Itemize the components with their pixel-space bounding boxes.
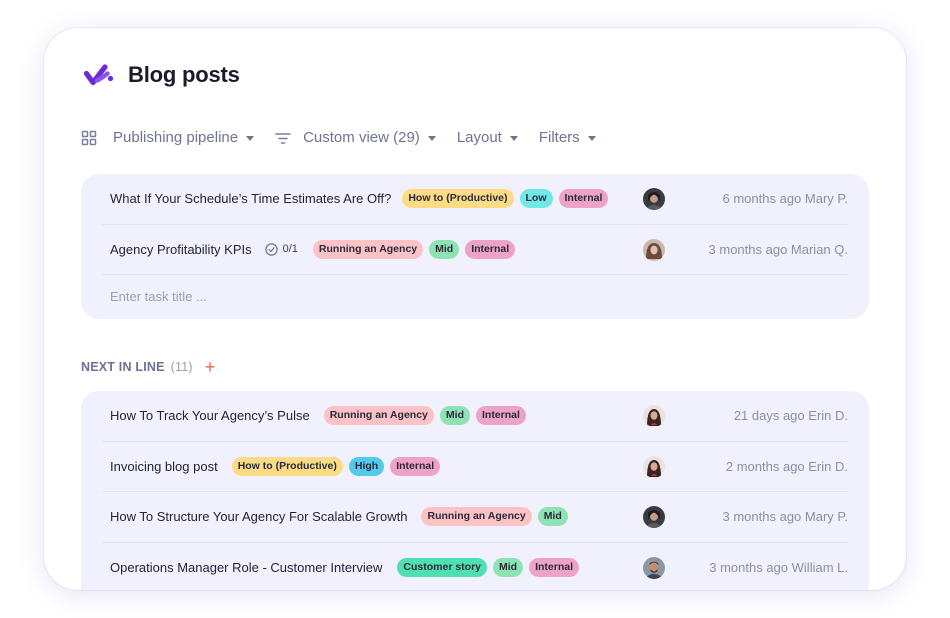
tag-internal[interactable]: Internal — [390, 456, 441, 476]
layout-dropdown[interactable]: Layout — [457, 129, 518, 146]
tag-internal[interactable]: Internal — [465, 239, 516, 259]
task-meta: 2 months ago Erin D. — [725, 458, 848, 474]
tag-mid[interactable]: Mid — [429, 239, 460, 259]
task-title[interactable]: Agency Profitability KPIs — [110, 242, 252, 257]
tag-internal[interactable]: Internal — [475, 406, 526, 426]
productive-logo-icon — [84, 60, 114, 90]
task-group-current: What If Your Schedule’s Time Estimates A… — [81, 174, 869, 319]
task-title[interactable]: How To Track Your Agency’s Pulse — [110, 408, 310, 423]
checklist-progress: 0/1 — [264, 243, 298, 256]
task-title[interactable]: What If Your Schedule’s Time Estimates A… — [110, 191, 391, 206]
chevron-down-icon — [246, 135, 255, 141]
avatar[interactable] — [643, 238, 665, 261]
chevron-down-icon — [587, 135, 596, 141]
chevron-down-icon — [427, 135, 436, 141]
custom-view-label: Custom view (29) — [303, 129, 420, 146]
task-title[interactable]: Invoicing blog post — [110, 459, 218, 474]
board-grid-icon[interactable] — [81, 130, 97, 146]
tag-mid[interactable]: Mid — [439, 406, 470, 426]
tag-internal[interactable]: Internal — [558, 189, 609, 209]
custom-view-dropdown[interactable]: Custom view (29) — [303, 129, 436, 146]
table-row[interactable]: Invoicing blog post How to (Productive) … — [102, 442, 848, 492]
avatar[interactable] — [643, 556, 665, 579]
blog-posts-card: Blog posts Publishing pipeline Custom vi… — [44, 28, 906, 590]
tag-low[interactable]: Low — [519, 189, 553, 209]
task-meta: 21 days ago Erin D. — [733, 408, 848, 424]
add-task-button[interactable]: + — [205, 358, 216, 376]
section-count: (11) — [170, 360, 193, 374]
table-row[interactable]: How To Track Your Agency’s Pulse Running… — [102, 391, 848, 442]
tag-list: Running an Agency Mid Internal — [312, 239, 516, 259]
tag-how-to[interactable]: How to (Productive) — [402, 189, 514, 209]
task-meta: 3 months ago Marian Q. — [708, 241, 848, 257]
tag-list: Customer story Mid Internal — [397, 558, 580, 578]
tag-customer-story[interactable]: Customer story — [397, 558, 487, 578]
tag-mid[interactable]: Mid — [537, 507, 568, 527]
toolbar: Publishing pipeline Custom view (29) Lay… — [81, 129, 596, 146]
task-title-input[interactable] — [110, 288, 410, 304]
page-header: Blog posts — [84, 60, 240, 90]
new-task-row[interactable] — [102, 275, 848, 317]
task-title[interactable]: Operations Manager Role - Customer Inter… — [110, 560, 382, 575]
task-meta: 6 months ago Mary P. — [722, 191, 849, 207]
tag-mid[interactable]: Mid — [493, 558, 524, 578]
filter-lines-icon[interactable] — [275, 131, 291, 145]
tag-high[interactable]: High — [348, 456, 385, 476]
tag-list: Running an Agency Mid — [421, 507, 568, 527]
check-circle-icon — [264, 243, 278, 256]
task-meta: 3 months ago Mary P. — [722, 509, 849, 525]
table-row[interactable]: What If Your Schedule’s Time Estimates A… — [102, 174, 848, 225]
task-title[interactable]: How To Structure Your Agency For Scalabl… — [110, 509, 407, 524]
tag-agency[interactable]: Running an Agency — [421, 507, 532, 527]
tag-agency[interactable]: Running an Agency — [312, 239, 424, 259]
tag-list: How to (Productive) High Internal — [231, 456, 441, 476]
avatar[interactable] — [643, 188, 665, 210]
checklist-count: 0/1 — [282, 243, 298, 256]
table-row[interactable]: Operations Manager Role - Customer Inter… — [102, 543, 848, 591]
filters-label: Filters — [538, 129, 580, 146]
tag-agency[interactable]: Running an Agency — [323, 406, 434, 426]
section-name: NEXT IN LINE — [81, 360, 165, 374]
tag-internal[interactable]: Internal — [529, 558, 580, 578]
task-group-next-in-line: How To Track Your Agency’s Pulse Running… — [81, 391, 869, 590]
section-header-next-in-line: NEXT IN LINE (11) + — [81, 358, 215, 376]
filters-dropdown[interactable]: Filters — [539, 129, 596, 146]
pipeline-label: Publishing pipeline — [113, 129, 239, 146]
avatar[interactable] — [643, 455, 665, 478]
chevron-down-icon — [509, 135, 518, 141]
layout-label: Layout — [456, 129, 502, 146]
avatar[interactable] — [643, 405, 665, 427]
table-row[interactable]: Agency Profitability KPIs 0/1 Running an… — [102, 225, 848, 275]
page-title: Blog posts — [128, 62, 240, 87]
tag-how-to[interactable]: How to (Productive) — [231, 456, 343, 476]
avatar[interactable] — [643, 506, 665, 528]
pipeline-dropdown[interactable]: Publishing pipeline — [113, 129, 255, 146]
tag-list: Running an Agency Mid Internal — [323, 406, 526, 426]
tag-list: How to (Productive) Low Internal — [402, 189, 609, 209]
table-row[interactable]: How To Structure Your Agency For Scalabl… — [102, 492, 848, 543]
task-meta: 3 months ago William L. — [709, 560, 848, 576]
